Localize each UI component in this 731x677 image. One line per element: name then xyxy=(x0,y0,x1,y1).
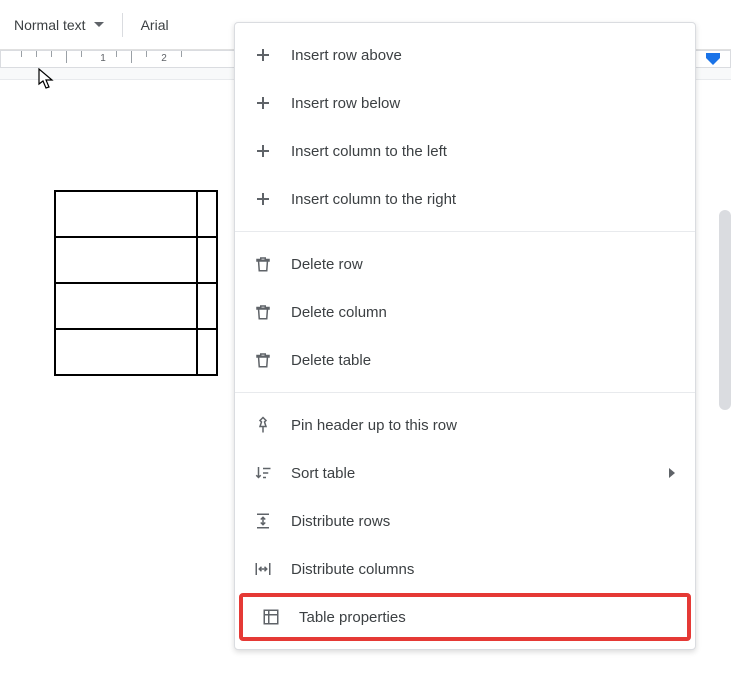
chevron-down-icon xyxy=(94,22,104,27)
menu-label: Insert row above xyxy=(291,47,679,64)
table-row xyxy=(55,191,217,237)
cursor-icon xyxy=(38,68,56,95)
pin-icon xyxy=(251,413,275,437)
ruler-indent-marker-icon[interactable] xyxy=(706,53,720,67)
menu-table-properties[interactable]: Table properties xyxy=(239,593,691,641)
document-table[interactable] xyxy=(54,190,218,376)
menu-distribute-columns[interactable]: Distribute columns xyxy=(235,545,695,593)
sort-icon xyxy=(251,461,275,485)
table-row xyxy=(55,283,217,329)
menu-label: Pin header up to this row xyxy=(291,417,679,434)
ruler-mark: 1 xyxy=(100,53,106,64)
menu-label: Sort table xyxy=(291,465,669,482)
menu-pin-header[interactable]: Pin header up to this row xyxy=(235,401,695,449)
table-context-menu: Insert row above Insert row below Insert… xyxy=(234,22,696,650)
menu-delete-row[interactable]: Delete row xyxy=(235,240,695,288)
table-properties-icon xyxy=(259,605,283,629)
menu-divider xyxy=(235,231,695,232)
trash-icon xyxy=(251,300,275,324)
menu-label: Distribute rows xyxy=(291,513,679,530)
menu-insert-column-right[interactable]: Insert column to the right xyxy=(235,175,695,223)
plus-icon xyxy=(251,43,275,67)
table-cell[interactable] xyxy=(197,191,217,237)
table-cell[interactable] xyxy=(55,191,197,237)
toolbar-divider xyxy=(122,13,123,37)
menu-label: Delete table xyxy=(291,352,679,369)
ruler-mark: 2 xyxy=(161,53,167,64)
menu-insert-column-left[interactable]: Insert column to the left xyxy=(235,127,695,175)
table-cell[interactable] xyxy=(197,237,217,283)
trash-icon xyxy=(251,252,275,276)
plus-icon xyxy=(251,139,275,163)
style-label: Normal text xyxy=(14,17,86,33)
font-dropdown[interactable]: Arial xyxy=(131,11,179,39)
distribute-columns-icon xyxy=(251,557,275,581)
menu-label: Distribute columns xyxy=(291,561,679,578)
plus-icon xyxy=(251,91,275,115)
menu-label: Insert column to the left xyxy=(291,143,679,160)
table-cell[interactable] xyxy=(55,283,197,329)
chevron-right-icon xyxy=(669,468,675,478)
table-cell[interactable] xyxy=(55,237,197,283)
menu-label: Delete column xyxy=(291,304,679,321)
table-row xyxy=(55,329,217,375)
scrollbar[interactable] xyxy=(719,210,731,410)
menu-delete-table[interactable]: Delete table xyxy=(235,336,695,384)
menu-insert-row-below[interactable]: Insert row below xyxy=(235,79,695,127)
trash-icon xyxy=(251,348,275,372)
menu-distribute-rows[interactable]: Distribute rows xyxy=(235,497,695,545)
menu-delete-column[interactable]: Delete column xyxy=(235,288,695,336)
menu-insert-row-above[interactable]: Insert row above xyxy=(235,31,695,79)
table-cell[interactable] xyxy=(197,283,217,329)
menu-label: Table properties xyxy=(299,609,671,626)
menu-label: Insert column to the right xyxy=(291,191,679,208)
menu-label: Delete row xyxy=(291,256,679,273)
table-cell[interactable] xyxy=(55,329,197,375)
table-cell[interactable] xyxy=(197,329,217,375)
plus-icon xyxy=(251,187,275,211)
font-label: Arial xyxy=(141,17,169,33)
menu-sort-table[interactable]: Sort table xyxy=(235,449,695,497)
style-dropdown[interactable]: Normal text xyxy=(4,11,114,39)
menu-label: Insert row below xyxy=(291,95,679,112)
distribute-rows-icon xyxy=(251,509,275,533)
table-row xyxy=(55,237,217,283)
menu-divider xyxy=(235,392,695,393)
